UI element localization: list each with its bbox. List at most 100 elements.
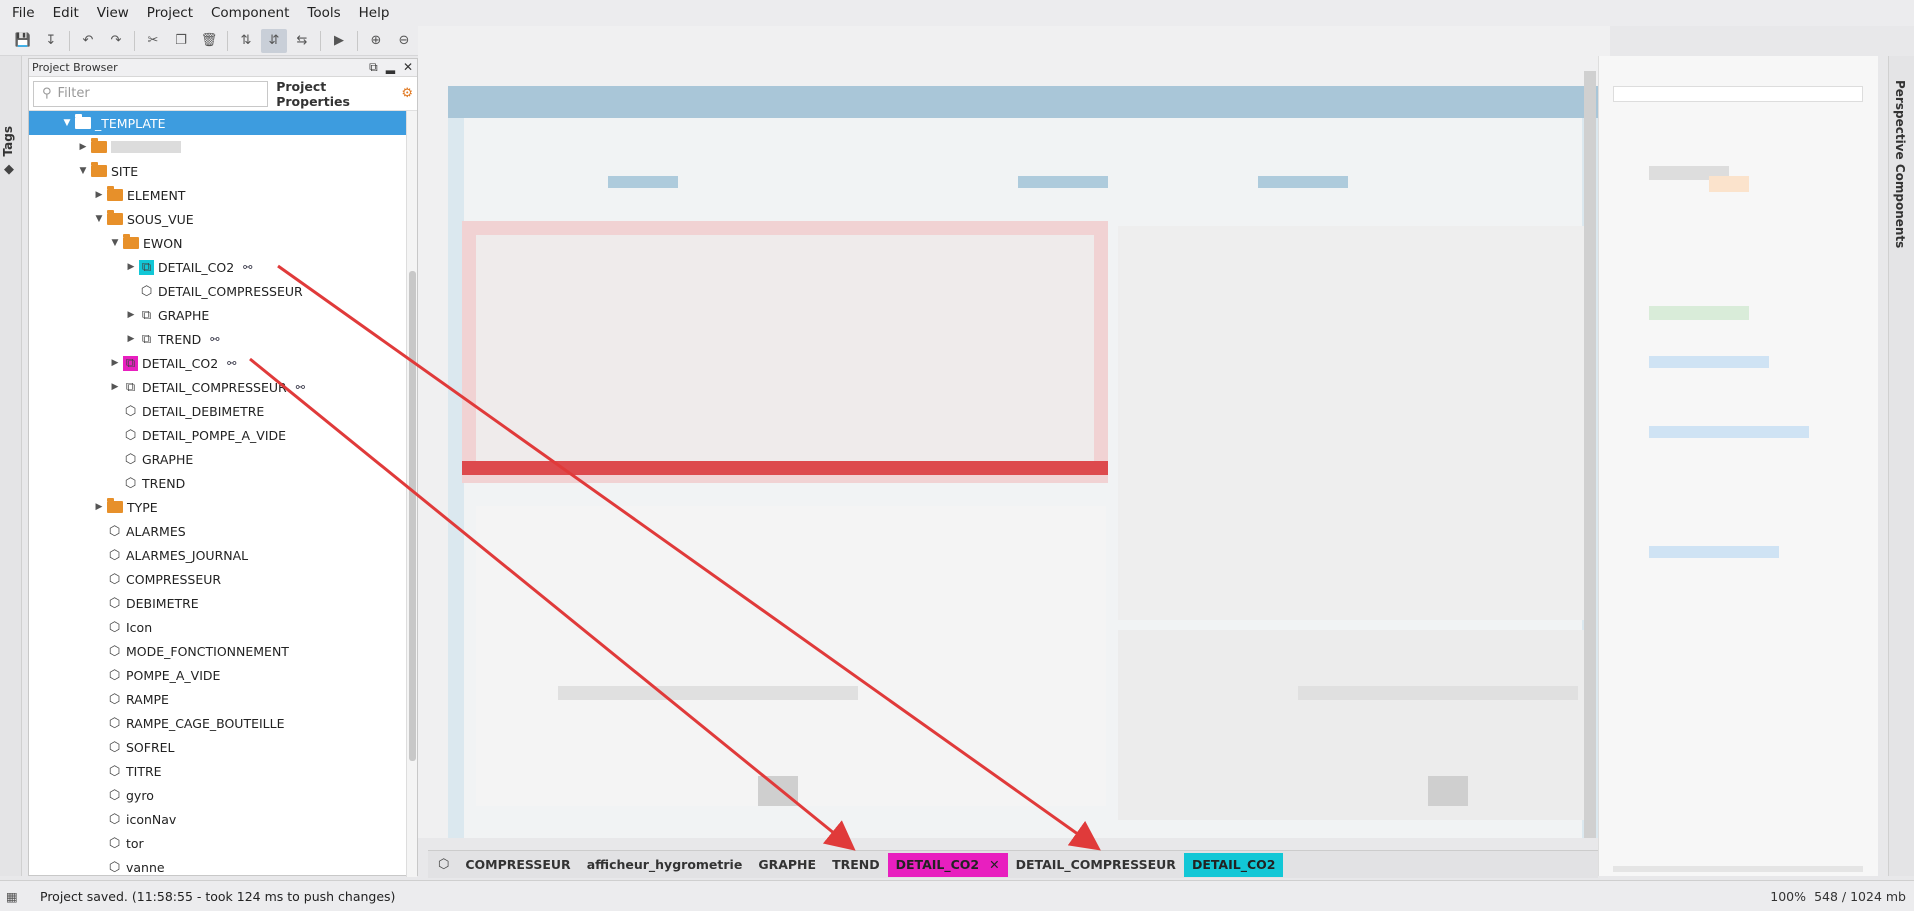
tree-view[interactable]: ⬡ MODE_FONCTIONNEMENT bbox=[29, 639, 407, 663]
project-properties-button[interactable]: Project Properties ⚙ bbox=[276, 79, 413, 109]
tree-view[interactable]: ⬡ RAMPE bbox=[29, 687, 407, 711]
tab-trend[interactable]: TREND bbox=[824, 853, 888, 877]
tree-view[interactable]: ⬡ DEBIMETRE bbox=[29, 591, 407, 615]
toolbar: 💾 ↧ ↶ ↷ ✂ ❐ 🗑 ⇅ ⇵ ⇆ ▶ ⊕ ⊖ bbox=[0, 26, 418, 56]
view-icon: ⬡ bbox=[108, 787, 121, 803]
chevron-right-icon[interactable]: ▶ bbox=[125, 310, 137, 320]
tags-tab[interactable]: Tags bbox=[1, 126, 15, 156]
tree-scrollbar[interactable] bbox=[406, 111, 417, 877]
tree-scrollbar-thumb[interactable] bbox=[409, 271, 416, 761]
chevron-right-icon[interactable]: ▶ bbox=[109, 382, 121, 392]
tab-compresseur[interactable]: COMPRESSEUR bbox=[457, 853, 578, 877]
copy-icon[interactable]: ❐ bbox=[168, 29, 194, 53]
filter-input[interactable]: ⚲ Filter bbox=[33, 80, 269, 107]
menu-edit[interactable]: Edit bbox=[47, 5, 91, 21]
tree-view[interactable]: ⬡ ALARMES bbox=[29, 519, 407, 543]
tree-view[interactable]: ⬡ DETAIL_POMPE_A_VIDE bbox=[29, 423, 407, 447]
menu-component[interactable]: Component bbox=[205, 5, 301, 21]
menu-view[interactable]: View bbox=[91, 5, 141, 21]
save-all-icon[interactable]: ↧ bbox=[38, 29, 64, 53]
tree-folder[interactable]: ▼ _TEMPLATE bbox=[29, 111, 407, 135]
tree-view[interactable]: ⬡ DETAIL_COMPRESSEUR bbox=[29, 279, 407, 303]
perspective-components-tab[interactable]: Perspective Components bbox=[1893, 80, 1907, 248]
align-center-icon[interactable]: ⇵ bbox=[261, 28, 287, 53]
tree-folder[interactable]: ▼ SITE bbox=[29, 159, 407, 183]
minimize-icon[interactable]: ▂ bbox=[386, 60, 395, 75]
grid-icon[interactable]: ▦ bbox=[6, 889, 28, 904]
tree-folder[interactable]: ▶ bbox=[29, 135, 407, 159]
project-browser-title: Project Browser bbox=[32, 61, 118, 74]
canvas-block bbox=[1298, 686, 1578, 700]
tree-view[interactable]: ▶ ⧉ DETAIL_COMPRESSEUR ⚯ bbox=[29, 375, 407, 399]
cut-icon[interactable]: ✂ bbox=[140, 29, 166, 53]
chevron-right-icon[interactable]: ▶ bbox=[125, 262, 137, 272]
chevron-right-icon[interactable]: ▶ bbox=[77, 142, 89, 152]
tree-view[interactable]: ⬡ vanne bbox=[29, 855, 407, 877]
tab-detail-compresseur[interactable]: DETAIL_COMPRESSEUR bbox=[1008, 853, 1184, 877]
tree-item-label: DETAIL_DEBIMETRE bbox=[142, 403, 265, 419]
tree-folder[interactable]: ▼ SOUS_VUE bbox=[29, 207, 407, 231]
play-icon[interactable]: ▶ bbox=[326, 29, 352, 53]
canvas-vscroll[interactable] bbox=[1584, 71, 1596, 838]
distribute-icon[interactable]: ⇆ bbox=[289, 29, 315, 53]
tree-view[interactable]: ▶ ⧉ TREND ⚯ bbox=[29, 327, 407, 351]
chevron-right-icon[interactable]: ▶ bbox=[93, 502, 105, 512]
tab-detail-co2-magenta[interactable]: DETAIL_CO2 ✕ bbox=[887, 852, 1008, 877]
close-icon[interactable]: ✕ bbox=[989, 857, 999, 872]
status-message: Project saved. (11:58:55 - took 124 ms t… bbox=[40, 888, 396, 904]
menu-file[interactable]: File bbox=[6, 5, 47, 21]
view-icon: ⬡ bbox=[124, 451, 137, 467]
menu-help[interactable]: Help bbox=[353, 5, 402, 21]
tree-view[interactable]: ⬡ GRAPHE bbox=[29, 447, 407, 471]
designer-canvas[interactable] bbox=[418, 26, 1610, 838]
menu-bar: File Edit View Project Component Tools H… bbox=[0, 0, 1914, 26]
tree-view[interactable]: ⬡ tor bbox=[29, 831, 407, 855]
filter-placeholder: Filter bbox=[57, 86, 90, 101]
undo-icon[interactable]: ↶ bbox=[75, 29, 101, 53]
tree-folder[interactable]: ▶ ELEMENT bbox=[29, 183, 407, 207]
link-icon: ⚯ bbox=[295, 380, 305, 394]
tree-view[interactable]: ▶ ⧉ GRAPHE bbox=[29, 303, 407, 327]
delete-icon[interactable]: 🗑 bbox=[196, 29, 222, 53]
redo-icon[interactable]: ↷ bbox=[103, 29, 129, 53]
chevron-down-icon[interactable]: ▼ bbox=[77, 166, 89, 176]
zoom-in-icon[interactable]: ⊕ bbox=[363, 29, 389, 53]
tree-view[interactable]: ⬡ TREND bbox=[29, 471, 407, 495]
chevron-right-icon[interactable]: ▶ bbox=[125, 334, 137, 344]
zoom-out-icon[interactable]: ⊖ bbox=[391, 29, 417, 53]
tree-folder[interactable]: ▶ TYPE bbox=[29, 495, 407, 519]
save-icon[interactable]: 💾 bbox=[10, 29, 36, 53]
chevron-right-icon[interactable]: ▶ bbox=[93, 190, 105, 200]
tree-item-label: TYPE bbox=[127, 499, 158, 515]
tree-view[interactable]: ⬡ DETAIL_DEBIMETRE bbox=[29, 399, 407, 423]
chevron-down-icon[interactable]: ▼ bbox=[109, 238, 121, 248]
tree-view[interactable]: ⬡ iconNav bbox=[29, 807, 407, 831]
tree-view[interactable]: ⬡ Icon bbox=[29, 615, 407, 639]
tag-icon[interactable]: ◆ bbox=[4, 162, 14, 177]
float-icon[interactable]: ⧉ bbox=[369, 60, 378, 75]
tree-view[interactable]: ⬡ gyro bbox=[29, 783, 407, 807]
tree-folder[interactable]: ▼ EWON bbox=[29, 231, 407, 255]
menu-tools[interactable]: Tools bbox=[301, 5, 352, 21]
view-icon: ⬡ bbox=[108, 763, 121, 779]
chevron-down-icon[interactable]: ▼ bbox=[61, 118, 73, 128]
toolbar-separator bbox=[320, 30, 321, 51]
tab-graphe[interactable]: GRAPHE bbox=[750, 853, 824, 877]
tree-view[interactable]: ⬡ TITRE bbox=[29, 759, 407, 783]
close-icon[interactable]: ✕ bbox=[403, 60, 413, 75]
tree-view[interactable]: ▶ ⧉ DETAIL_CO2 ⚯ bbox=[29, 255, 407, 279]
tab-detail-co2-cyan[interactable]: DETAIL_CO2 bbox=[1183, 852, 1284, 877]
chevron-right-icon[interactable]: ▶ bbox=[109, 358, 121, 368]
tree-view[interactable]: ⬡ ALARMES_JOURNAL bbox=[29, 543, 407, 567]
menu-project[interactable]: Project bbox=[141, 5, 205, 21]
align-icon[interactable]: ⇅ bbox=[233, 29, 259, 53]
tree-view[interactable]: ⬡ RAMPE_CAGE_BOUTEILLE bbox=[29, 711, 407, 735]
toolbar-separator bbox=[69, 30, 70, 51]
tree-view[interactable]: ▶ ⧉ DETAIL_CO2 ⚯ bbox=[29, 351, 407, 375]
chevron-down-icon[interactable]: ▼ bbox=[93, 214, 105, 224]
tree-view[interactable]: ⬡ POMPE_A_VIDE bbox=[29, 663, 407, 687]
tab-afficheur-hygrometrie[interactable]: afficheur_hygrometrie bbox=[579, 853, 751, 877]
tree-view[interactable]: ⬡ COMPRESSEUR bbox=[29, 567, 407, 591]
view-edited-icon: ⧉ bbox=[125, 379, 136, 395]
tree-view[interactable]: ⬡ SOFREL bbox=[29, 735, 407, 759]
